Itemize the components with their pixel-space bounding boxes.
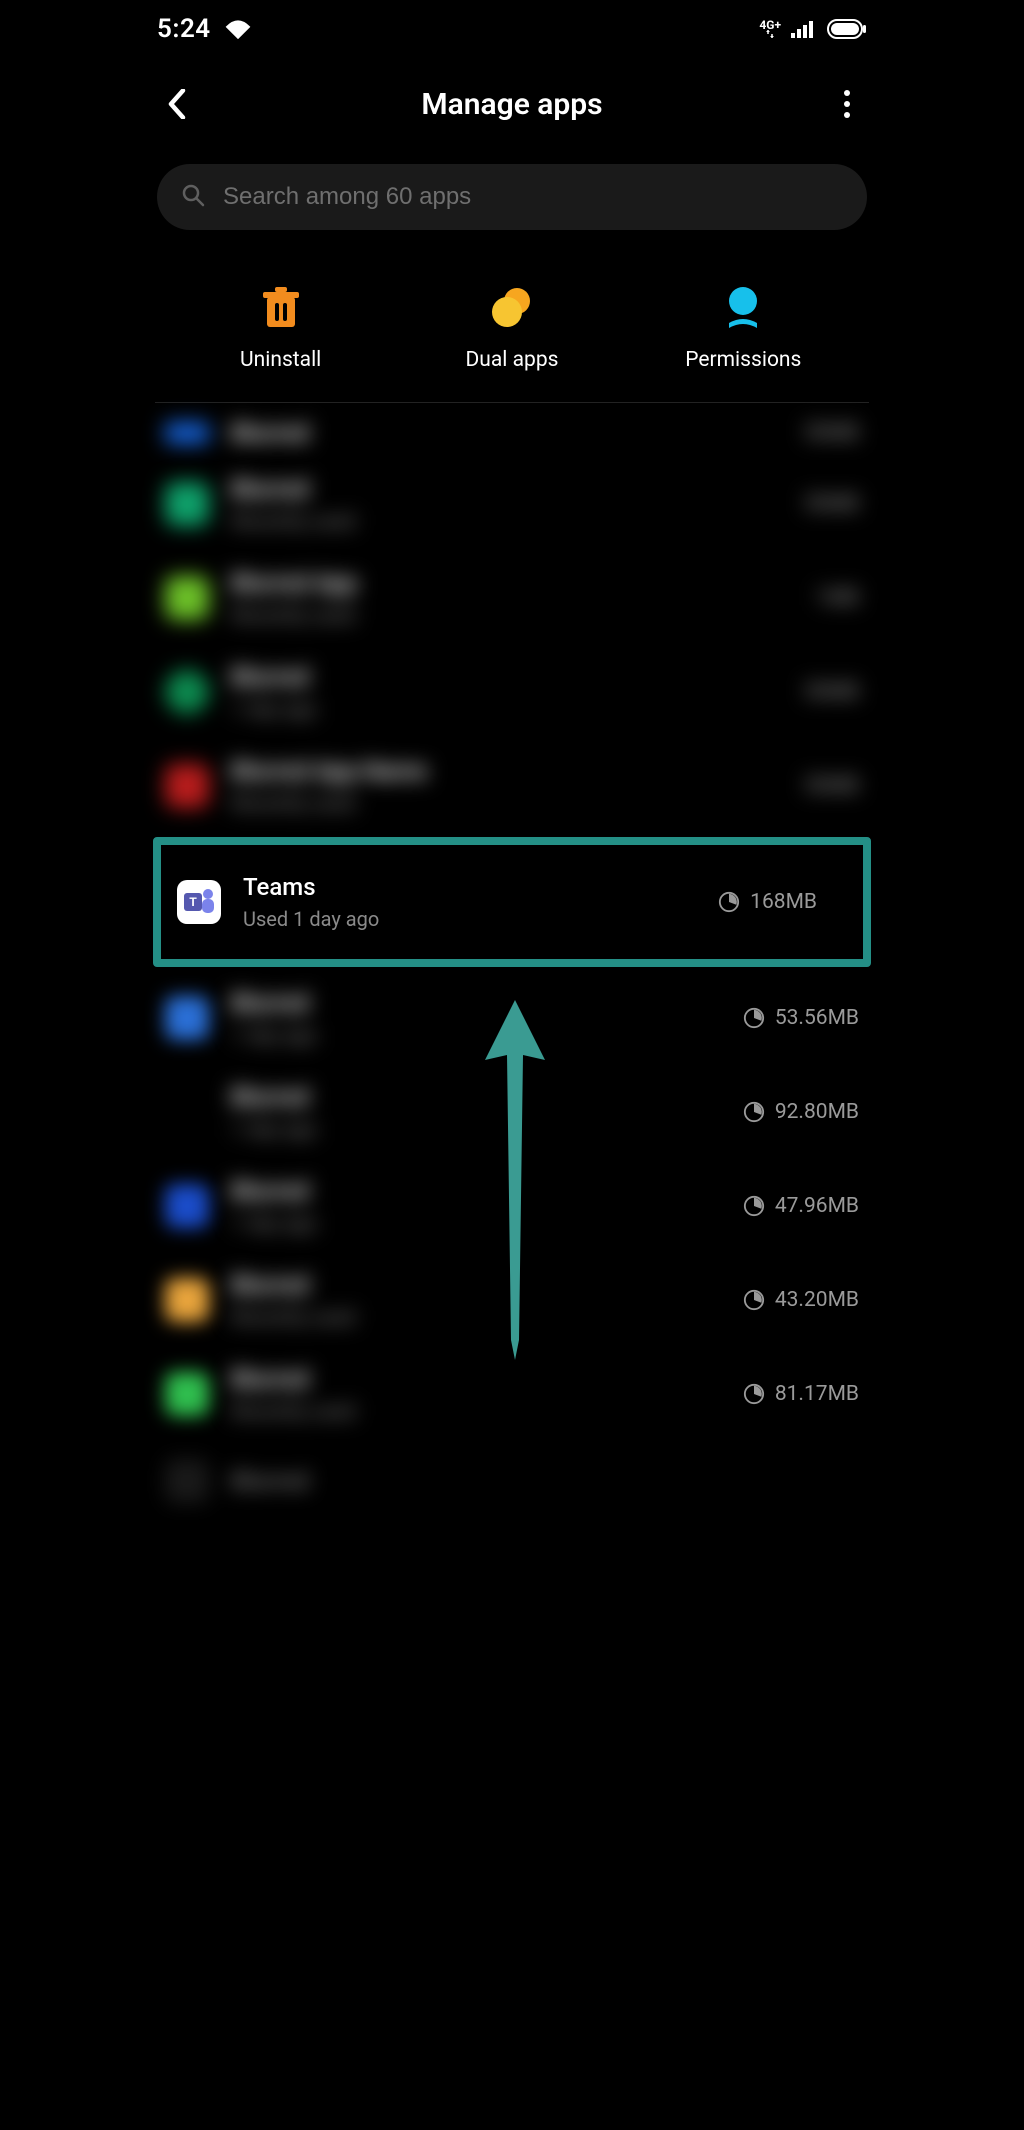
app-row[interactable]: Blurred1 day ago 92.80MB — [135, 1065, 889, 1159]
app-size: 47.96MB — [775, 1194, 859, 1218]
storage-icon — [743, 1007, 765, 1029]
app-list: Blurred 50MB BlurredRecently used 50MB B… — [135, 403, 889, 1521]
uninstall-label: Uninstall — [240, 348, 321, 372]
app-row[interactable]: BlurredRecently used 43.20MB — [135, 1253, 889, 1347]
app-row[interactable]: Blurred1 day ago 50MB — [135, 645, 889, 739]
app-size: 43.20MB — [775, 1288, 859, 1312]
storage-icon — [718, 891, 740, 913]
app-name: Teams — [243, 873, 696, 901]
app-row[interactable]: Blurred 50MB — [135, 409, 889, 457]
search-input[interactable] — [223, 183, 843, 211]
storage-icon — [743, 1289, 765, 1311]
svg-text:T: T — [189, 895, 197, 909]
app-size: 53.56MB — [775, 1006, 859, 1030]
app-last-used: Used 1 day ago — [243, 907, 696, 931]
more-vertical-icon — [844, 90, 850, 96]
status-bar: 5:24 4G+ — [135, 0, 889, 54]
app-row[interactable]: Blurred App NameRecently used 50MB — [135, 739, 889, 833]
back-button[interactable] — [157, 84, 197, 124]
more-options-button[interactable] — [827, 84, 867, 124]
app-row[interactable]: Blurred AppRecently used 1MB — [135, 551, 889, 645]
chevron-left-icon — [167, 89, 187, 119]
permissions-icon — [721, 286, 765, 330]
dual-apps-icon — [490, 286, 534, 330]
app-row[interactable]: BlurredRecently used 50MB — [135, 457, 889, 551]
app-size: 81.17MB — [775, 1382, 859, 1406]
app-row-teams[interactable]: T Teams Used 1 day ago 168MB — [161, 845, 833, 959]
app-row[interactable]: Blurred1 day ago 47.96MB — [135, 1159, 889, 1253]
action-row: Uninstall Dual apps Permissions — [155, 230, 869, 403]
teams-app-icon: T — [177, 880, 221, 924]
app-row[interactable]: BlurredRecently used 81.17MB — [135, 1347, 889, 1441]
status-time: 5:24 — [157, 14, 211, 44]
uninstall-action[interactable]: Uninstall — [166, 286, 395, 372]
permissions-label: Permissions — [685, 348, 801, 372]
network-type-label: 4G+ — [759, 20, 781, 38]
dual-apps-label: Dual apps — [466, 348, 559, 372]
dual-apps-action[interactable]: Dual apps — [397, 286, 626, 372]
app-size: 168MB — [750, 890, 817, 914]
search-icon — [181, 183, 205, 211]
trash-icon — [259, 286, 303, 330]
app-row[interactable]: Blurred — [135, 1441, 889, 1521]
app-size: 92.80MB — [775, 1100, 859, 1124]
highlight-annotation: T Teams Used 1 day ago 168MB — [153, 837, 871, 967]
app-row[interactable]: Blurred1 day ago 53.56MB — [135, 971, 889, 1065]
search-field[interactable] — [157, 164, 867, 230]
app-header: Manage apps — [135, 54, 889, 164]
battery-icon — [827, 19, 867, 39]
signal-icon — [791, 20, 817, 38]
permissions-action[interactable]: Permissions — [629, 286, 858, 372]
wifi-icon — [225, 19, 251, 39]
storage-icon — [743, 1195, 765, 1217]
page-title: Manage apps — [197, 87, 827, 122]
storage-icon — [743, 1383, 765, 1405]
storage-icon — [743, 1101, 765, 1123]
